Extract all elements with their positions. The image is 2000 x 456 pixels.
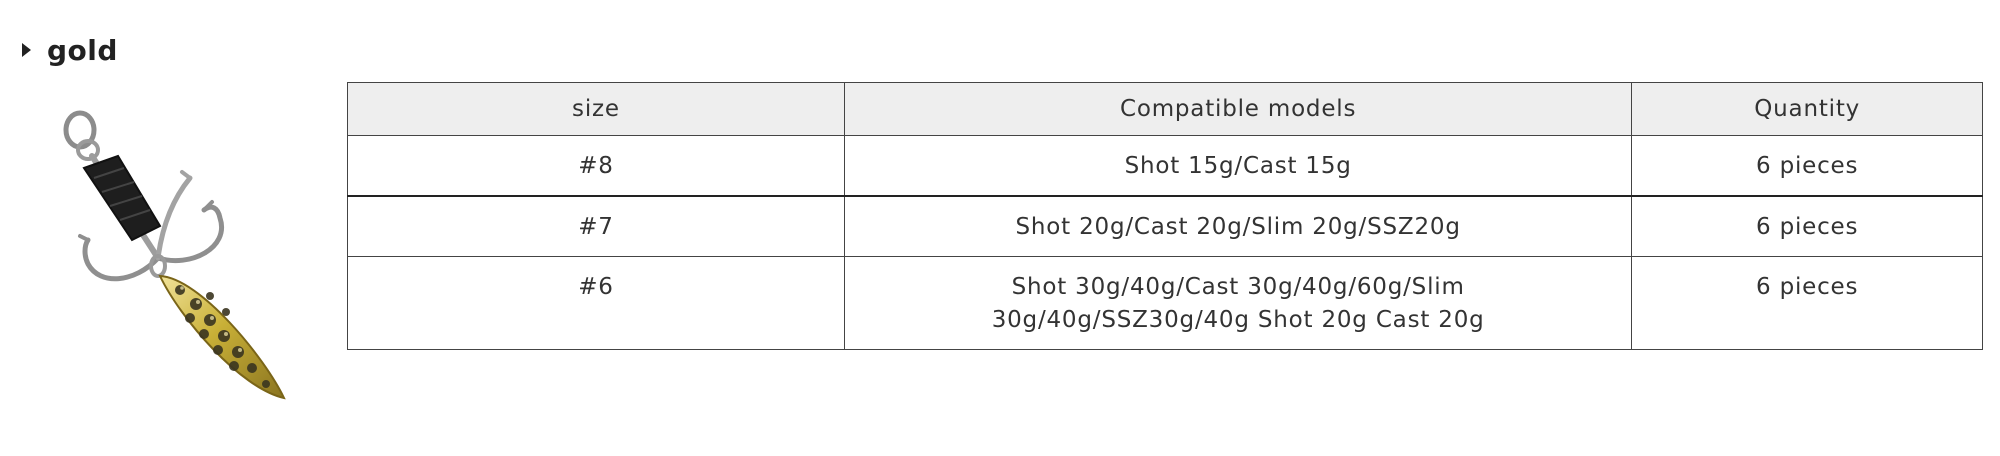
models-line: Shot 30g/40g/Cast 30g/40g/60g/Slim bbox=[1011, 274, 1465, 300]
table-row: #6 Shot 30g/40g/Cast 30g/40g/60g/Slim 30… bbox=[347, 256, 1983, 350]
cell-size: #7 bbox=[347, 195, 845, 257]
section-title: gold bbox=[47, 33, 118, 67]
models-line: Shot 20g/Cast 20g/Slim 20g/SSZ20g bbox=[1015, 214, 1461, 240]
cell-quantity: 6 pieces bbox=[1631, 256, 1983, 350]
cell-models: Shot 20g/Cast 20g/Slim 20g/SSZ20g bbox=[843, 195, 1633, 257]
caret-right-icon[interactable] bbox=[22, 43, 31, 57]
cell-models: Shot 15g/Cast 15g bbox=[843, 135, 1633, 197]
spec-table: size Compatible models Quantity #8 Shot … bbox=[347, 82, 1983, 350]
cell-quantity: 6 pieces bbox=[1631, 135, 1983, 197]
cell-quantity: 6 pieces bbox=[1631, 195, 1983, 257]
header-compatible-models: Compatible models bbox=[843, 82, 1633, 136]
cell-size: #8 bbox=[347, 135, 845, 197]
header-size: size bbox=[347, 82, 845, 136]
section-toggle-gold[interactable]: gold bbox=[22, 30, 118, 70]
table-row: #8 Shot 15g/Cast 15g 6 pieces bbox=[347, 135, 1983, 197]
header-quantity: Quantity bbox=[1631, 82, 1983, 136]
cell-models: Shot 30g/40g/Cast 30g/40g/60g/Slim 30g/4… bbox=[843, 256, 1633, 350]
table-row: #7 Shot 20g/Cast 20g/Slim 20g/SSZ20g 6 p… bbox=[347, 195, 1983, 257]
product-image bbox=[63, 110, 286, 400]
table-header-row: size Compatible models Quantity bbox=[347, 82, 1983, 136]
cell-size: #6 bbox=[347, 256, 845, 350]
models-line: 30g/40g/SSZ30g/40g Shot 20g Cast 20g bbox=[991, 307, 1485, 333]
models-line: Shot 15g/Cast 15g bbox=[1124, 153, 1352, 179]
